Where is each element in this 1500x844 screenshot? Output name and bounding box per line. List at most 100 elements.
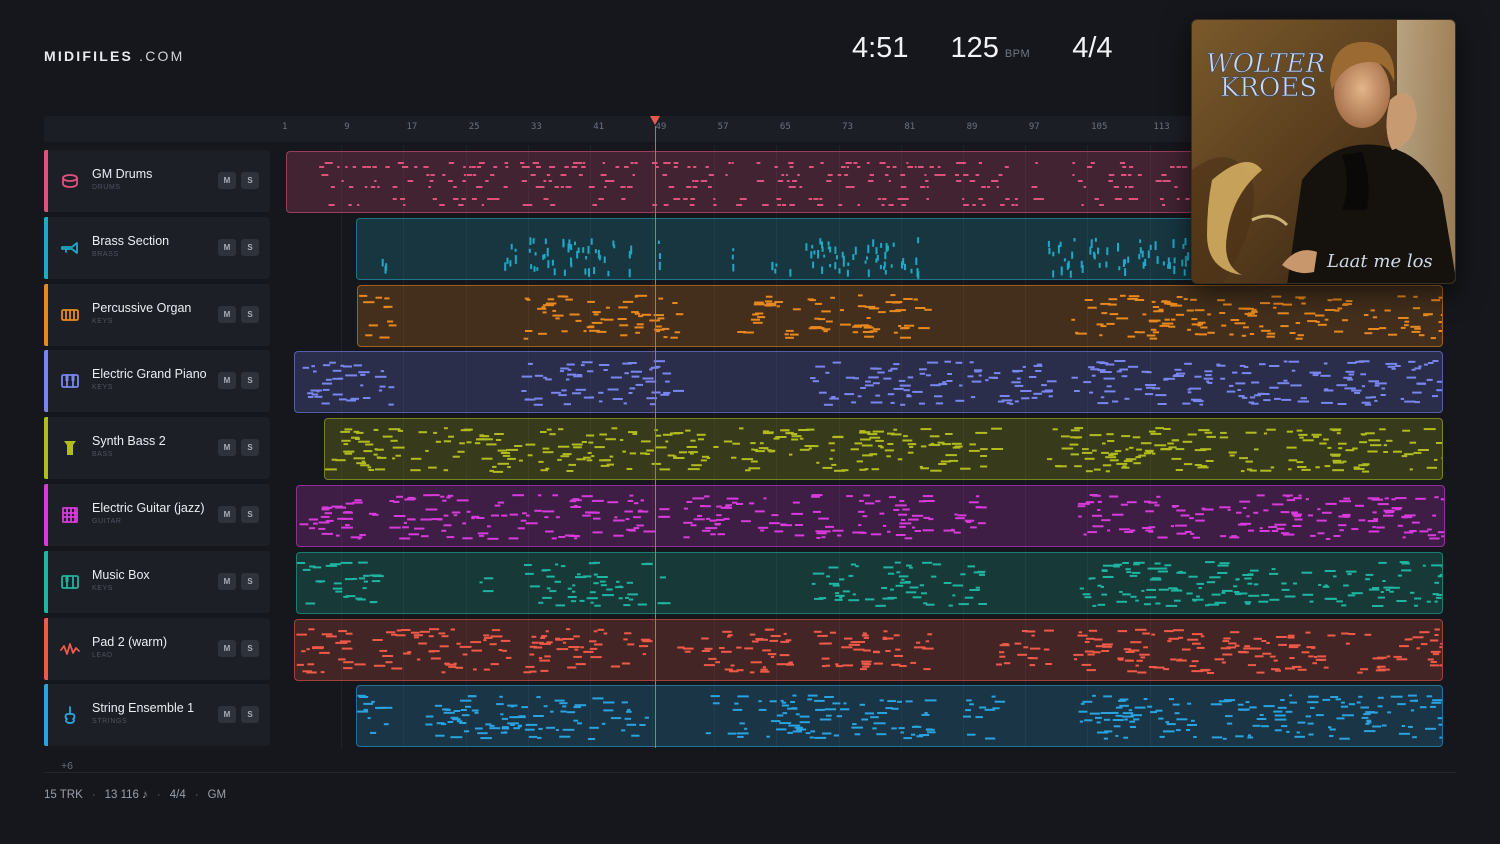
playhead-marker[interactable] bbox=[650, 116, 660, 125]
midi-note bbox=[1417, 383, 1426, 386]
solo-button[interactable]: S bbox=[241, 572, 259, 590]
track-clip[interactable] bbox=[356, 685, 1443, 748]
midi-note bbox=[1127, 659, 1134, 662]
midi-note bbox=[862, 330, 874, 333]
midi-note bbox=[483, 668, 490, 671]
track-header[interactable]: Music Box KEYS M S bbox=[44, 550, 270, 613]
solo-button[interactable]: S bbox=[241, 305, 259, 323]
mute-button[interactable]: M bbox=[218, 506, 236, 523]
midi-note bbox=[547, 297, 555, 300]
midi-note bbox=[1374, 400, 1378, 403]
midi-note bbox=[907, 451, 914, 454]
midi-note bbox=[591, 499, 604, 502]
midi-note bbox=[900, 186, 907, 188]
mute-button[interactable]: M bbox=[218, 372, 236, 390]
midi-note bbox=[328, 162, 333, 164]
midi-note bbox=[1172, 703, 1180, 706]
track-header[interactable]: Percussive Organ KEYS M S bbox=[44, 283, 270, 346]
midi-note bbox=[534, 397, 543, 400]
midi-note bbox=[1294, 736, 1305, 739]
solo-button[interactable]: S bbox=[241, 172, 259, 189]
track-clip[interactable] bbox=[294, 351, 1443, 414]
midi-note bbox=[563, 403, 571, 406]
midi-note bbox=[1196, 646, 1205, 649]
mute-button[interactable]: M bbox=[218, 572, 236, 590]
track-clip[interactable] bbox=[294, 618, 1443, 681]
mute-button[interactable]: M bbox=[218, 238, 236, 256]
solo-button[interactable]: S bbox=[241, 639, 259, 657]
midi-note bbox=[538, 332, 547, 335]
mute-button[interactable]: M bbox=[218, 172, 236, 189]
midi-note bbox=[453, 710, 461, 713]
track-clip[interactable] bbox=[357, 284, 1443, 347]
midi-note bbox=[1112, 513, 1124, 516]
track-header[interactable]: Electric Grand Piano KEYS M S bbox=[44, 350, 270, 413]
more-tracks-link[interactable]: +6 bbox=[61, 760, 73, 772]
midi-note bbox=[867, 180, 874, 182]
midi-note bbox=[822, 467, 833, 470]
track-header[interactable]: Synth Bass 2 BASS M S bbox=[44, 417, 270, 480]
midi-note bbox=[883, 566, 894, 569]
midi-note bbox=[915, 306, 926, 309]
solo-button[interactable]: S bbox=[241, 238, 259, 256]
track-header[interactable]: GM Drums DRUMS M S bbox=[44, 150, 270, 212]
midi-note bbox=[780, 700, 784, 703]
midi-note bbox=[591, 455, 595, 458]
track-clip[interactable] bbox=[296, 551, 1443, 614]
track-header[interactable]: String Ensemble 1 STRINGS M S bbox=[44, 684, 270, 747]
solo-button[interactable]: S bbox=[241, 706, 259, 724]
midi-note bbox=[1176, 198, 1180, 200]
midi-note bbox=[371, 701, 375, 704]
track-clip[interactable] bbox=[356, 217, 1196, 280]
midi-note bbox=[435, 735, 445, 738]
midi-note bbox=[914, 725, 919, 728]
midi-note bbox=[807, 694, 818, 697]
midi-note bbox=[701, 649, 711, 652]
solo-button[interactable]: S bbox=[241, 506, 259, 523]
midi-note bbox=[1419, 530, 1429, 533]
midi-note bbox=[903, 435, 908, 438]
track-header[interactable]: Brass Section BRASS M S bbox=[44, 216, 270, 279]
mute-button[interactable]: M bbox=[218, 706, 236, 724]
midi-note bbox=[1269, 572, 1279, 575]
midi-note bbox=[870, 716, 879, 719]
playhead-line[interactable] bbox=[655, 126, 656, 748]
midi-note bbox=[514, 248, 517, 252]
track-clip[interactable] bbox=[324, 418, 1443, 481]
track-header[interactable]: Electric Guitar (jazz) GUITAR M S bbox=[44, 484, 270, 546]
midi-note bbox=[1332, 429, 1341, 432]
midi-note bbox=[1077, 634, 1088, 637]
midi-note bbox=[928, 444, 941, 447]
midi-note bbox=[1269, 655, 1276, 658]
midi-note bbox=[439, 204, 445, 206]
mute-button[interactable]: M bbox=[218, 305, 236, 323]
track-header[interactable]: Pad 2 (warm) LEAD M S bbox=[44, 617, 270, 680]
midi-note bbox=[883, 377, 892, 380]
midi-note bbox=[1168, 698, 1174, 701]
midi-note bbox=[1071, 318, 1076, 321]
midi-note bbox=[1101, 569, 1108, 572]
midi-note bbox=[325, 379, 332, 382]
midi-note bbox=[662, 174, 668, 176]
midi-note bbox=[832, 584, 840, 587]
mute-button[interactable]: M bbox=[218, 439, 236, 457]
midi-note bbox=[432, 198, 437, 200]
midi-note bbox=[625, 518, 630, 521]
midi-note bbox=[1074, 427, 1084, 430]
site-logo[interactable]: MIDIFILES .COM bbox=[44, 48, 184, 64]
midi-note bbox=[865, 380, 871, 383]
violin-icon bbox=[60, 705, 80, 725]
midi-note bbox=[1249, 706, 1257, 709]
midi-note bbox=[926, 186, 929, 188]
track-clip[interactable] bbox=[296, 485, 1445, 547]
solo-button[interactable]: S bbox=[241, 372, 259, 390]
midi-note bbox=[589, 727, 599, 730]
midi-note bbox=[925, 374, 931, 377]
midi-note bbox=[1077, 180, 1083, 182]
mute-button[interactable]: M bbox=[218, 639, 236, 657]
midi-note bbox=[1414, 604, 1418, 607]
track-clip[interactable] bbox=[286, 151, 1196, 213]
midi-note bbox=[582, 514, 591, 517]
solo-button[interactable]: S bbox=[241, 439, 259, 457]
midi-note bbox=[1440, 498, 1444, 501]
